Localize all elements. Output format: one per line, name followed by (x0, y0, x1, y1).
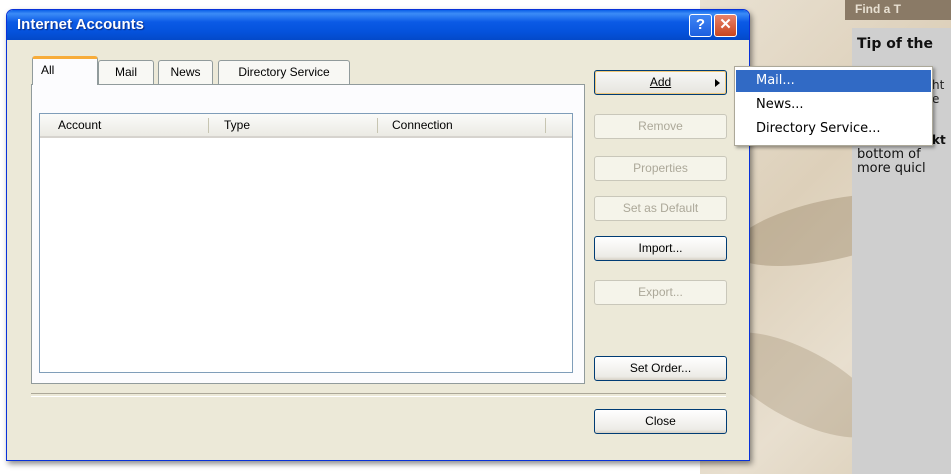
export-button-label: Export... (638, 285, 683, 299)
tip-body-line: more quicl (857, 161, 926, 176)
close-button[interactable]: Close (594, 409, 727, 434)
column-divider[interactable] (377, 118, 378, 133)
title-bar[interactable]: Internet Accounts ? ✕ (7, 10, 749, 40)
help-icon: ? (695, 16, 706, 33)
tip-body-line: bottom of (857, 147, 921, 162)
tip-body: bottom of more quicl (857, 148, 926, 176)
set-as-default-button-label: Set as Default (622, 201, 699, 215)
background-top-label: Find a T (855, 2, 901, 16)
tip-fragment: e (932, 92, 940, 106)
close-icon: ✕ (719, 16, 732, 33)
column-divider[interactable] (208, 118, 209, 133)
menu-item-news[interactable]: News... (736, 94, 931, 116)
add-button[interactable]: Add (594, 70, 727, 95)
column-header-connection[interactable]: Connection (392, 114, 532, 136)
close-window-button[interactable]: ✕ (714, 14, 737, 37)
list-header: Account Type Connection (40, 114, 572, 138)
tab-news[interactable]: News (158, 60, 213, 84)
tab-mail[interactable]: Mail (98, 60, 154, 84)
help-button[interactable]: ? (689, 14, 712, 37)
tab-label: News (170, 65, 201, 79)
tab-label: All (41, 63, 55, 77)
set-order-button[interactable]: Set Order... (594, 356, 727, 381)
import-button-label: Import... (638, 241, 683, 255)
column-header-account[interactable]: Account (58, 114, 178, 136)
dialog-title: Internet Accounts (17, 16, 144, 33)
column-header-type[interactable]: Type (224, 114, 344, 136)
tab-all[interactable]: All (32, 56, 98, 85)
tab-label: Directory Service (238, 65, 330, 79)
remove-button[interactable]: Remove (594, 114, 727, 139)
menu-item-mail[interactable]: Mail... (736, 70, 931, 92)
properties-button[interactable]: Properties (594, 156, 727, 181)
background-top-bar: Find a T (845, 0, 951, 20)
set-order-button-label: Set Order... (629, 361, 692, 375)
submenu-arrow-icon (715, 79, 720, 87)
accounts-list[interactable]: Account Type Connection (39, 113, 573, 373)
tab-label: Mail (114, 65, 137, 79)
tab-directory-service[interactable]: Directory Service (218, 60, 350, 84)
remove-button-label: Remove (638, 119, 683, 133)
dialog-separator (31, 393, 726, 397)
close-button-label: Close (645, 414, 676, 428)
add-popup-menu: Mail... News... Directory Service... (734, 66, 933, 146)
menu-item-directory-service[interactable]: Directory Service... (736, 118, 931, 140)
properties-button-label: Properties (633, 161, 688, 175)
tab-panel: Account Type Connection (31, 84, 585, 384)
tip-fragment: ht (932, 78, 945, 92)
import-button[interactable]: Import... (594, 236, 727, 261)
export-button[interactable]: Export... (594, 280, 727, 305)
add-button-label: Add (649, 75, 672, 89)
set-as-default-button[interactable]: Set as Default (594, 196, 727, 221)
tip-title: Tip of the (857, 36, 933, 52)
column-divider[interactable] (545, 118, 546, 133)
tip-fragment: kt (932, 133, 946, 147)
